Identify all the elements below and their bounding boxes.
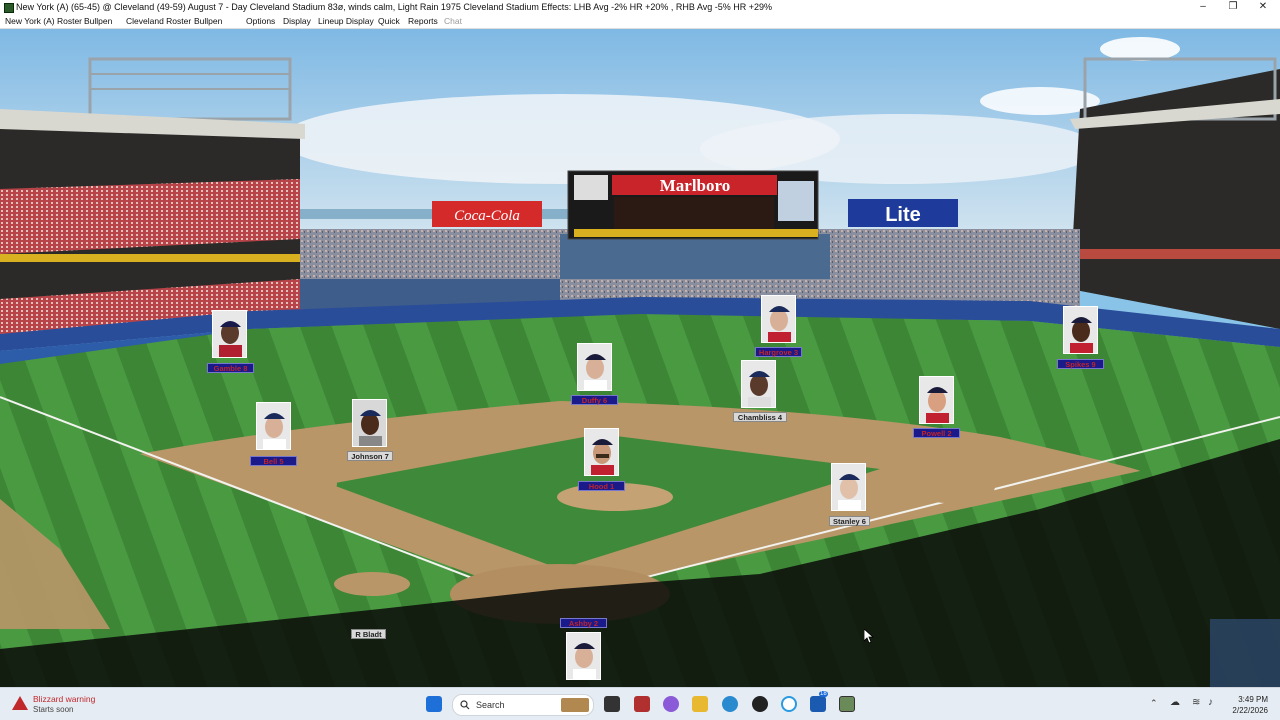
menu-quick[interactable]: Quick <box>378 14 400 28</box>
file-explorer-icon[interactable] <box>692 696 708 712</box>
player-nametag[interactable]: Duffy 6 <box>571 395 618 405</box>
app-dark-icon[interactable] <box>752 696 768 712</box>
cloud-icon[interactable]: ☁ <box>1170 697 1180 708</box>
chevron-up-icon[interactable]: ⌃ <box>1150 698 1158 709</box>
search-label: Search <box>476 700 505 710</box>
search-highlight-icon <box>561 698 589 712</box>
search-input[interactable]: Search <box>452 694 594 716</box>
player-nametag[interactable]: Hood 1 <box>578 481 625 491</box>
volume-icon[interactable]: ♪ <box>1208 697 1213 708</box>
baseball-game-icon[interactable] <box>839 696 855 712</box>
outlook-icon[interactable]: 18 <box>810 691 828 712</box>
stadium-view: Marlboro Coca-Cola Lite Gamble 8 Hargrov… <box>0 29 1280 687</box>
app-red-icon[interactable] <box>634 696 650 712</box>
menu-bar: New York (A) Roster Bullpen Cleveland Ro… <box>0 14 1280 29</box>
app-circle-icon[interactable] <box>781 696 797 712</box>
minimize-icon[interactable]: – <box>1188 0 1218 14</box>
player-nametag[interactable]: Johnson 7 <box>347 451 393 461</box>
menu-display[interactable]: Display <box>283 14 311 28</box>
player-nametag[interactable]: Chambliss 4 <box>733 412 787 422</box>
stadium-background: Marlboro Coca-Cola Lite <box>0 29 1280 687</box>
menu-cle-roster[interactable]: Cleveland Roster <box>126 14 191 28</box>
menu-ny-roster[interactable]: New York (A) Roster <box>5 14 82 28</box>
player-portrait[interactable] <box>761 295 796 343</box>
coca-cola-billboard: Coca-Cola <box>454 208 520 224</box>
player-portrait[interactable] <box>352 399 387 447</box>
player-portrait[interactable] <box>919 376 954 424</box>
app-icon <box>4 3 14 13</box>
close-icon[interactable]: ✕ <box>1248 0 1278 14</box>
copilot-icon[interactable] <box>663 696 679 712</box>
search-icon <box>460 700 470 710</box>
clock-date[interactable]: 2/22/2026 <box>1220 706 1268 715</box>
weather-title: Blizzard warning <box>33 694 96 704</box>
notification-badge: 18 <box>819 691 828 697</box>
weather-subtitle: Starts soon <box>33 705 74 714</box>
window-titlebar: New York (A) (65-45) @ Cleveland (49-59)… <box>0 0 1280 14</box>
mouse-cursor-icon <box>864 629 874 643</box>
menu-options[interactable]: Options <box>246 14 275 28</box>
player-nametag[interactable]: Hargrove 3 <box>755 347 802 357</box>
player-nametag[interactable]: Stanley 6 <box>829 516 870 526</box>
lite-billboard: Lite <box>885 204 921 226</box>
edge-icon[interactable] <box>722 696 738 712</box>
weather-widget[interactable]: Blizzard warning Starts soon <box>8 692 118 717</box>
player-portrait[interactable] <box>1063 306 1098 354</box>
menu-lineup-display[interactable]: Lineup Display <box>318 14 374 28</box>
menu-chat[interactable]: Chat <box>444 14 462 28</box>
warning-icon <box>12 696 28 710</box>
menu-ny-bullpen[interactable]: Bullpen <box>84 14 112 28</box>
player-nametag[interactable]: Bell 5 <box>250 456 297 466</box>
wifi-icon[interactable]: ≋ <box>1192 697 1200 708</box>
restore-icon[interactable]: ❐ <box>1218 0 1248 14</box>
task-view-icon[interactable] <box>604 696 620 712</box>
player-portrait[interactable] <box>256 402 291 450</box>
umpire-label: R Bladt <box>351 629 386 639</box>
clock-time[interactable]: 3:49 PM <box>1220 695 1268 704</box>
window-title: New York (A) (65-45) @ Cleveland (49-59)… <box>16 2 773 12</box>
player-nametag[interactable]: Ashby 2 <box>560 618 607 628</box>
player-nametag[interactable]: Spikes 9 <box>1057 359 1104 369</box>
player-portrait[interactable] <box>831 463 866 511</box>
player-nametag[interactable]: Gamble 8 <box>207 363 254 373</box>
marlboro-billboard: Marlboro <box>660 176 731 195</box>
player-portrait[interactable] <box>584 428 619 476</box>
windows-start-icon[interactable] <box>426 696 442 712</box>
player-nametag[interactable]: Powell 2 <box>913 428 960 438</box>
menu-reports[interactable]: Reports <box>408 14 438 28</box>
player-portrait[interactable] <box>577 343 612 391</box>
taskbar: Blizzard warning Starts soon Search 18 ⌃… <box>0 687 1280 720</box>
player-portrait[interactable] <box>212 310 247 358</box>
player-portrait[interactable] <box>741 360 776 408</box>
player-portrait[interactable] <box>566 632 601 680</box>
menu-cle-bullpen[interactable]: Bullpen <box>194 14 222 28</box>
